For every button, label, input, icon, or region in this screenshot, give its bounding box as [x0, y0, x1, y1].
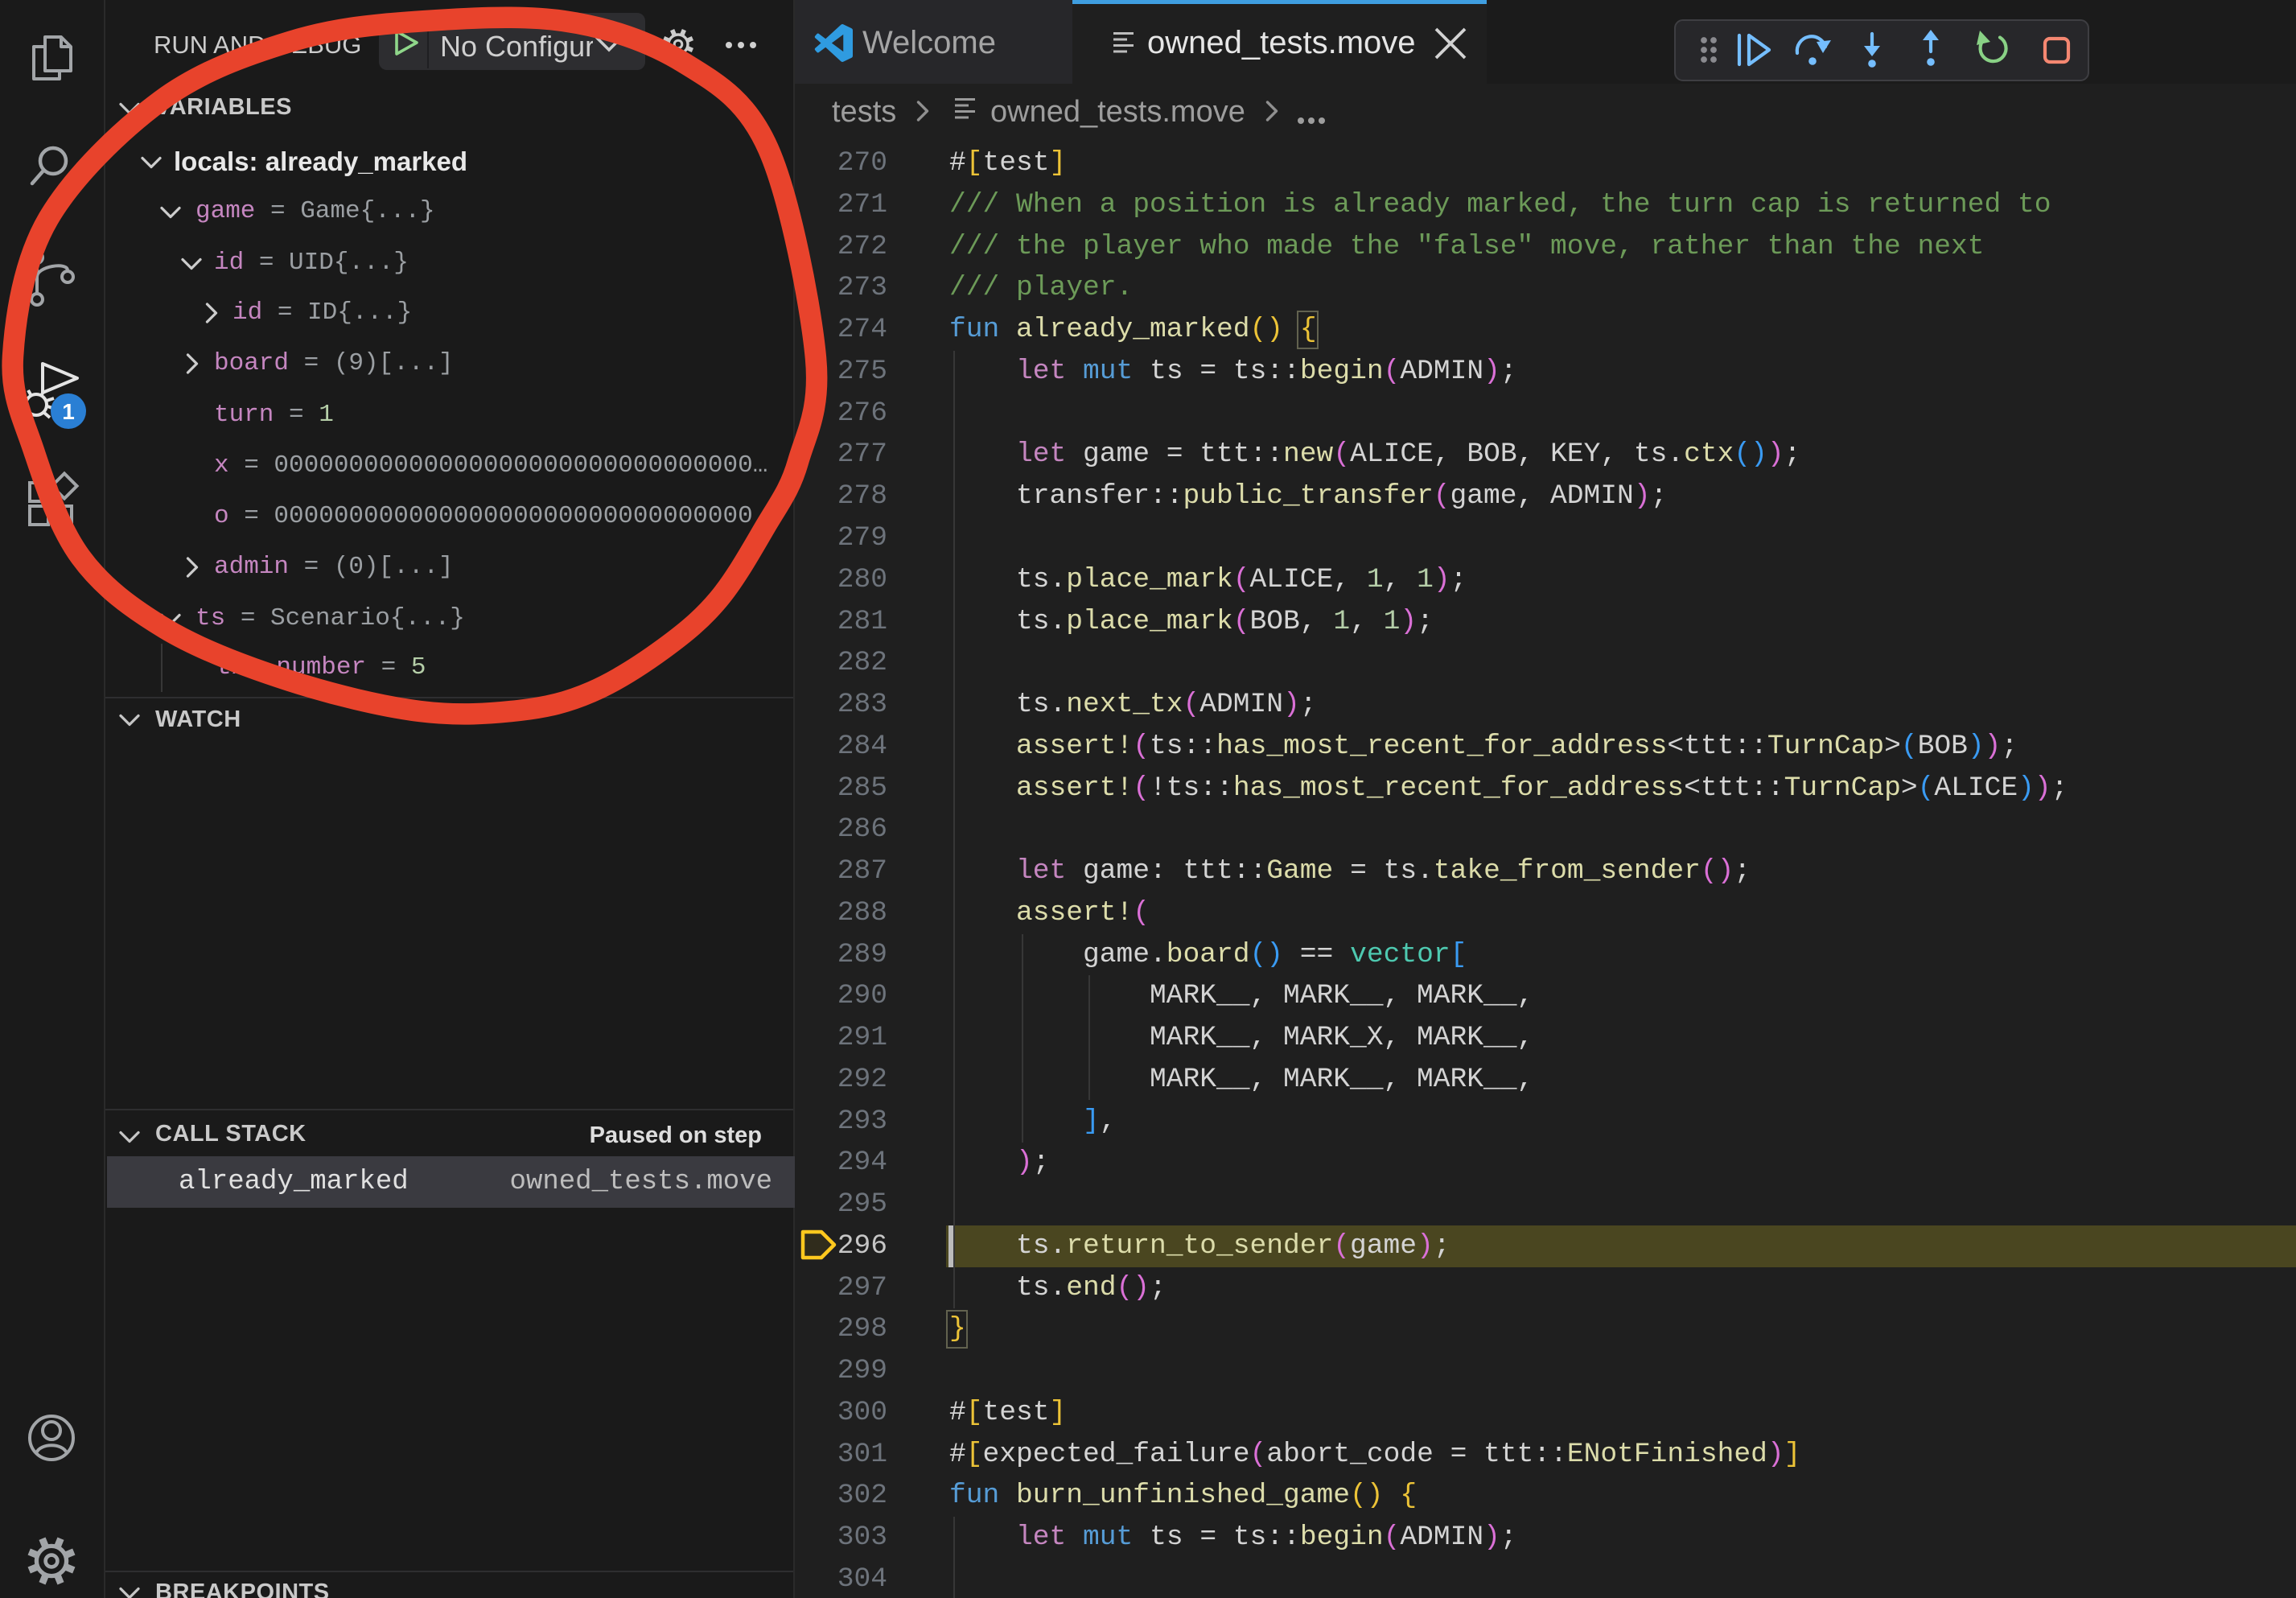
svg-text:1: 1: [62, 399, 75, 424]
